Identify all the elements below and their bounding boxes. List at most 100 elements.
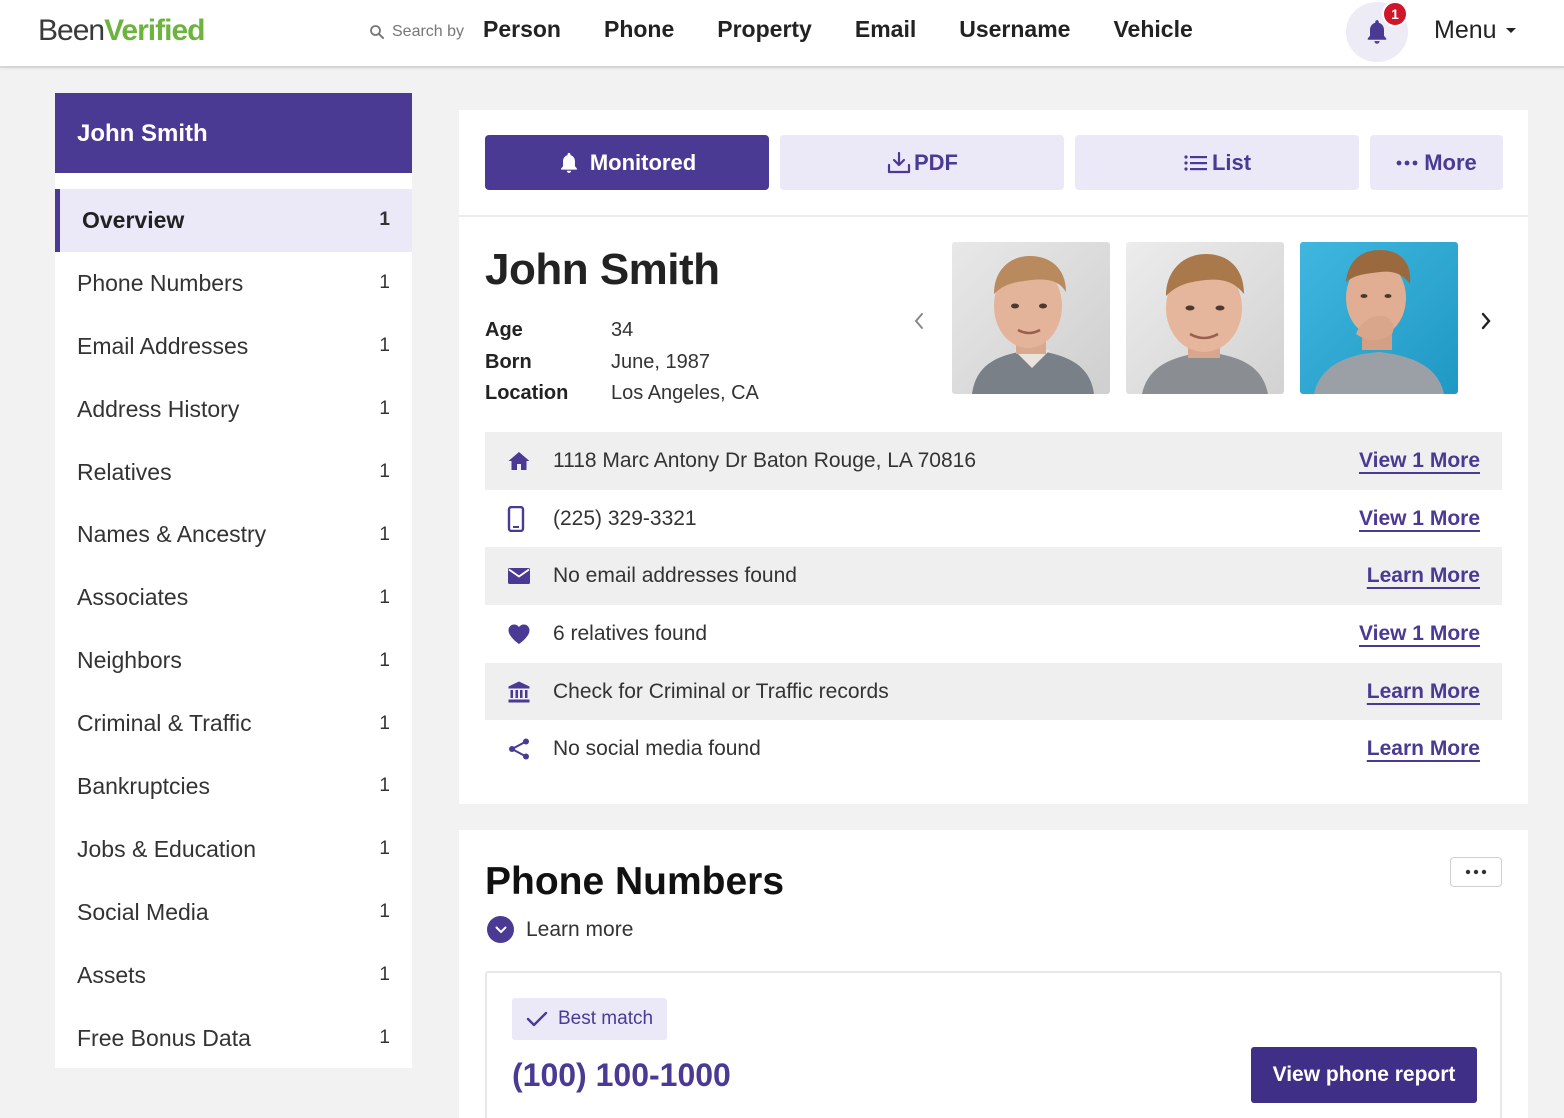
top-navigation-bar: BeenVerified Search by Person Phone Prop… — [0, 0, 1564, 68]
sidebar-item-associates[interactable]: Associates 1 — [55, 566, 412, 629]
photo-carousel-prev[interactable] — [913, 306, 925, 337]
person-photo[interactable] — [1126, 242, 1284, 394]
sidebar-item-bankruptcies[interactable]: Bankruptcies 1 — [55, 755, 412, 818]
list-label: List — [1211, 149, 1252, 175]
sidebar-item-assets[interactable]: Assets 1 — [55, 944, 412, 1007]
sidebar-item-label: Neighbors — [77, 647, 182, 674]
sidebar-item-phone-numbers[interactable]: Phone Numbers 1 — [55, 252, 412, 315]
sidebar-item-label: Email Addresses — [77, 332, 249, 359]
sidebar-item-count: 1 — [379, 461, 390, 482]
fact-value: 34 — [611, 319, 634, 342]
sidebar-item-count: 1 — [379, 523, 390, 545]
sidebar-item-label: Bankruptcies — [77, 772, 210, 799]
learn-more-social-link[interactable]: Learn More — [1367, 737, 1480, 761]
list-button[interactable]: List — [1075, 135, 1359, 190]
photo-carousel-next[interactable] — [1480, 306, 1492, 337]
social-text: No social media found — [553, 737, 761, 761]
sidebar-item-count: 1 — [379, 901, 390, 923]
report-action-bar: Monitored PDF List More — [485, 135, 1503, 190]
sidebar-item-label: Social Media — [77, 898, 209, 925]
logo-text-been: Been — [38, 14, 105, 47]
learn-more-toggle[interactable]: Learn more — [487, 916, 633, 943]
learn-more-criminal-link[interactable]: Learn More — [1367, 680, 1480, 704]
report-sidebar: John Smith Overview 1 Phone Numbers 1 Emai… — [55, 93, 412, 1068]
sidebar-item-address-history[interactable]: Address History 1 — [55, 378, 412, 441]
nav-vehicle[interactable]: Vehicle — [1113, 16, 1192, 43]
nav-property[interactable]: Property — [717, 16, 812, 43]
sidebar-item-criminal-traffic[interactable]: Criminal & Traffic 1 — [55, 692, 412, 755]
overview-card: Monitored PDF List More John Smith Age 34… — [459, 110, 1528, 804]
sidebar-item-count: 1 — [379, 586, 390, 608]
sidebar-item-jobs-education[interactable]: Jobs & Education 1 — [55, 818, 412, 881]
view-more-address-link[interactable]: View 1 More — [1359, 449, 1480, 473]
person-photo[interactable] — [1300, 242, 1458, 394]
phone-text: (225) 329-3321 — [553, 506, 697, 530]
notification-count-badge: 1 — [1382, 1, 1408, 27]
summary-info-list: 1118 Marc Antony Dr Baton Rouge, LA 7081… — [485, 432, 1502, 778]
sidebar-title: John Smith — [55, 93, 412, 173]
section-options-button[interactable] — [1450, 857, 1502, 887]
nav-username[interactable]: Username — [959, 16, 1070, 43]
best-match-label: Best match — [558, 1008, 654, 1029]
view-phone-report-button[interactable]: View phone report — [1251, 1047, 1477, 1103]
share-icon — [507, 737, 553, 761]
sidebar-item-count: 1 — [379, 775, 390, 797]
sidebar-item-social-media[interactable]: Social Media 1 — [55, 881, 412, 944]
monitored-button[interactable]: Monitored — [485, 135, 769, 190]
chevron-left-icon — [914, 313, 923, 329]
sidebar-item-count: 1 — [379, 712, 390, 734]
logo-text-verified: Verified — [104, 14, 205, 47]
menu-dropdown[interactable]: Menu — [1434, 16, 1517, 45]
phone-result-card: Best match (100) 100-1000 View phone rep… — [485, 971, 1502, 1118]
sidebar-item-email-addresses[interactable]: Email Addresses 1 — [55, 315, 412, 378]
pdf-button[interactable]: PDF — [780, 135, 1064, 190]
sidebar-item-relatives[interactable]: Relatives 1 — [55, 441, 412, 504]
nav-email[interactable]: Email — [855, 16, 916, 43]
sidebar-item-names-ancestry[interactable]: Names & Ancestry 1 — [55, 503, 412, 566]
search-icon — [370, 25, 384, 39]
beenverified-logo[interactable]: BeenVerified — [38, 14, 205, 48]
nav-phone[interactable]: Phone — [604, 16, 674, 43]
sidebar-item-label: Relatives — [77, 458, 172, 485]
courthouse-icon — [507, 680, 553, 704]
sidebar-item-neighbors[interactable]: Neighbors 1 — [55, 629, 412, 692]
relatives-text: 6 relatives found — [553, 621, 708, 645]
email-summary-row: No email addresses found Learn More — [485, 547, 1502, 606]
home-icon — [507, 450, 553, 472]
email-text: No email addresses found — [553, 564, 797, 588]
sidebar-item-count: 1 — [379, 838, 390, 860]
sidebar-item-count: 1 — [379, 209, 390, 231]
sidebar-item-count: 1 — [379, 398, 390, 420]
sidebar-section-list: Overview 1 Phone Numbers 1 Email Addresses… — [55, 189, 412, 1069]
sidebar-item-label: Phone Numbers — [77, 269, 244, 296]
search-by-label: Search by — [368, 20, 464, 44]
address-text: 1118 Marc Antony Dr Baton Rouge, LA 7081… — [553, 448, 977, 472]
person-photo[interactable] — [952, 242, 1110, 394]
sidebar-item-label: Associates — [77, 584, 189, 611]
ellipsis-icon — [1396, 160, 1418, 165]
learn-more-label: Learn more — [526, 917, 634, 941]
sidebar-item-label: Criminal & Traffic — [77, 710, 252, 737]
search-by-text: Search by — [392, 23, 465, 40]
download-icon — [887, 151, 911, 173]
view-more-phone-link[interactable]: View 1 More — [1359, 507, 1480, 531]
nav-person[interactable]: Person — [483, 16, 561, 43]
phone-number-result[interactable]: (100) 100-1000 — [512, 1057, 731, 1094]
sidebar-item-label: Overview — [82, 206, 185, 233]
mobile-phone-icon — [507, 505, 553, 532]
section-title: Phone Numbers — [485, 860, 785, 903]
sidebar-item-label: Address History — [77, 395, 240, 422]
menu-label: Menu — [1434, 16, 1497, 44]
learn-more-email-link[interactable]: Learn More — [1367, 564, 1480, 588]
criminal-summary-row: Check for Criminal or Traffic records Le… — [485, 662, 1502, 721]
fact-row-age: Age 34 — [485, 315, 759, 347]
sidebar-item-free-bonus-data[interactable]: Free Bonus Data 1 — [55, 1007, 412, 1070]
phone-numbers-section: Phone Numbers Learn more Best match (100… — [459, 830, 1528, 1118]
phone-summary-row: (225) 329-3321 View 1 More — [485, 490, 1502, 548]
chevron-down-icon — [487, 916, 514, 943]
view-more-relatives-link[interactable]: View 1 More — [1359, 622, 1480, 646]
sidebar-item-count: 1 — [379, 272, 390, 294]
more-label: More — [1424, 149, 1477, 175]
sidebar-item-overview[interactable]: Overview 1 — [55, 189, 412, 252]
more-actions-button[interactable]: More — [1370, 135, 1503, 190]
